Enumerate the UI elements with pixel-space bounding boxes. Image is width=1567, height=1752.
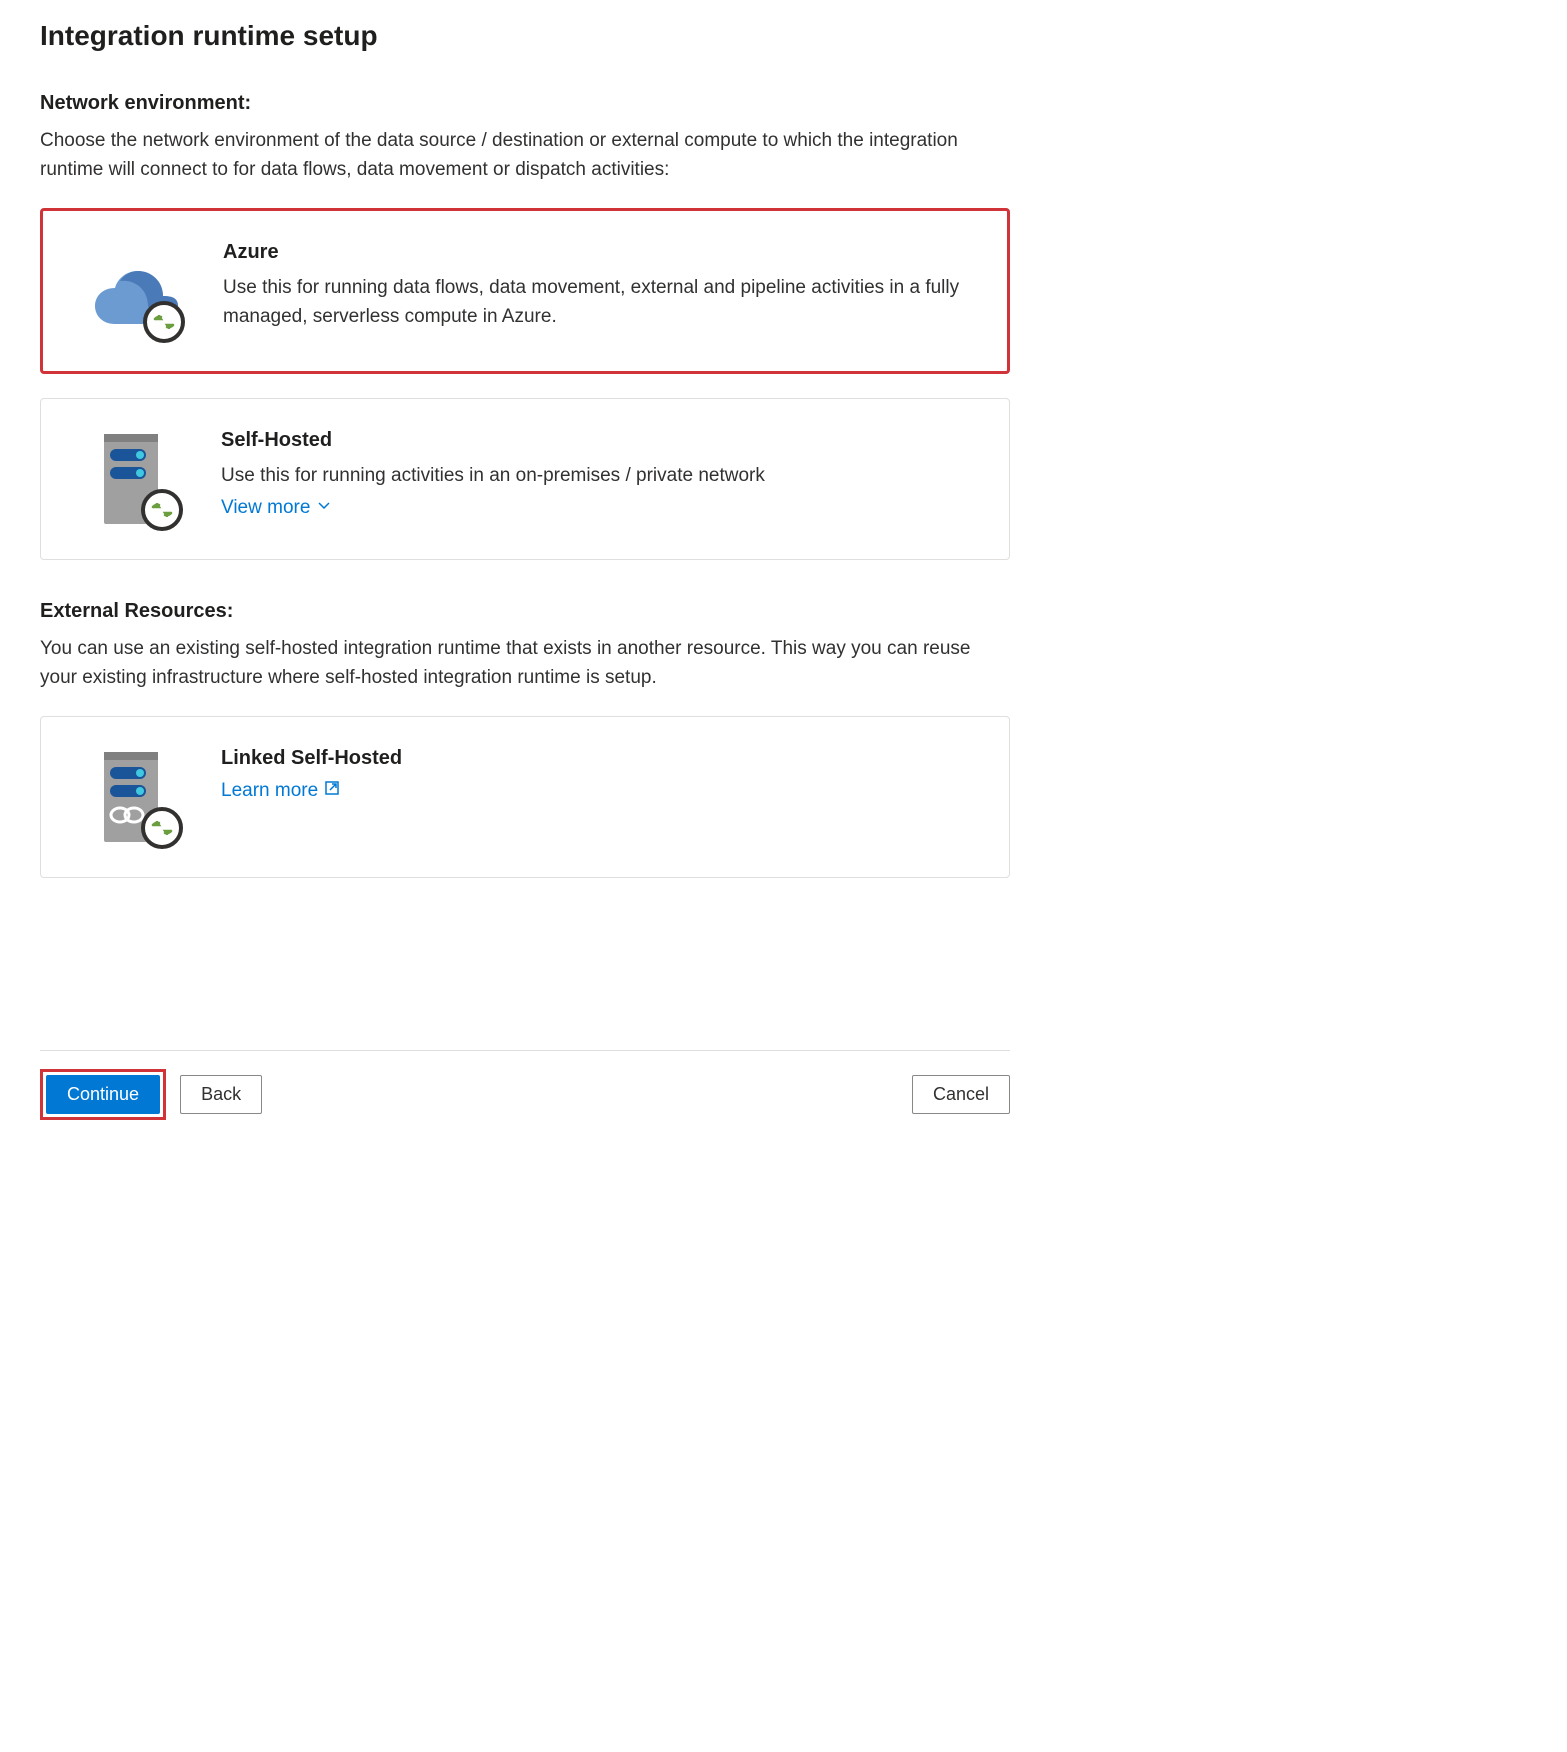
sync-badge-icon (141, 807, 183, 849)
continue-button-highlight: Continue (40, 1069, 166, 1120)
option-title-azure: Azure (223, 241, 977, 264)
external-section-description: You can use an existing self-hosted inte… (40, 635, 1010, 692)
option-card-azure[interactable]: Azure Use this for running data flows, d… (40, 208, 1010, 374)
learn-more-link[interactable]: Learn more (221, 780, 340, 802)
external-section-heading: External Resources: (40, 600, 1010, 623)
option-title-self-hosted: Self-Hosted (221, 429, 979, 452)
page-title: Integration runtime setup (40, 20, 1010, 52)
external-link-icon (324, 780, 340, 802)
server-icon (81, 429, 181, 529)
option-description-self-hosted: Use this for running activities in an on… (221, 462, 979, 491)
option-card-linked-self-hosted[interactable]: Linked Self-Hosted Learn more (40, 716, 1010, 878)
sync-badge-icon (143, 301, 185, 343)
sync-badge-icon (141, 489, 183, 531)
linked-server-icon (81, 747, 181, 847)
back-button[interactable]: Back (180, 1075, 262, 1114)
network-section-description: Choose the network environment of the da… (40, 127, 1010, 184)
footer-button-bar: Continue Back Cancel (40, 1050, 1010, 1120)
option-card-self-hosted[interactable]: Self-Hosted Use this for running activit… (40, 398, 1010, 560)
view-more-link[interactable]: View more (221, 497, 332, 519)
azure-cloud-icon (83, 241, 183, 341)
option-title-linked-self-hosted: Linked Self-Hosted (221, 747, 979, 770)
option-description-azure: Use this for running data flows, data mo… (223, 274, 977, 331)
network-section-heading: Network environment: (40, 92, 1010, 115)
cancel-button[interactable]: Cancel (912, 1075, 1010, 1114)
continue-button[interactable]: Continue (46, 1075, 160, 1114)
chevron-down-icon (316, 497, 332, 519)
